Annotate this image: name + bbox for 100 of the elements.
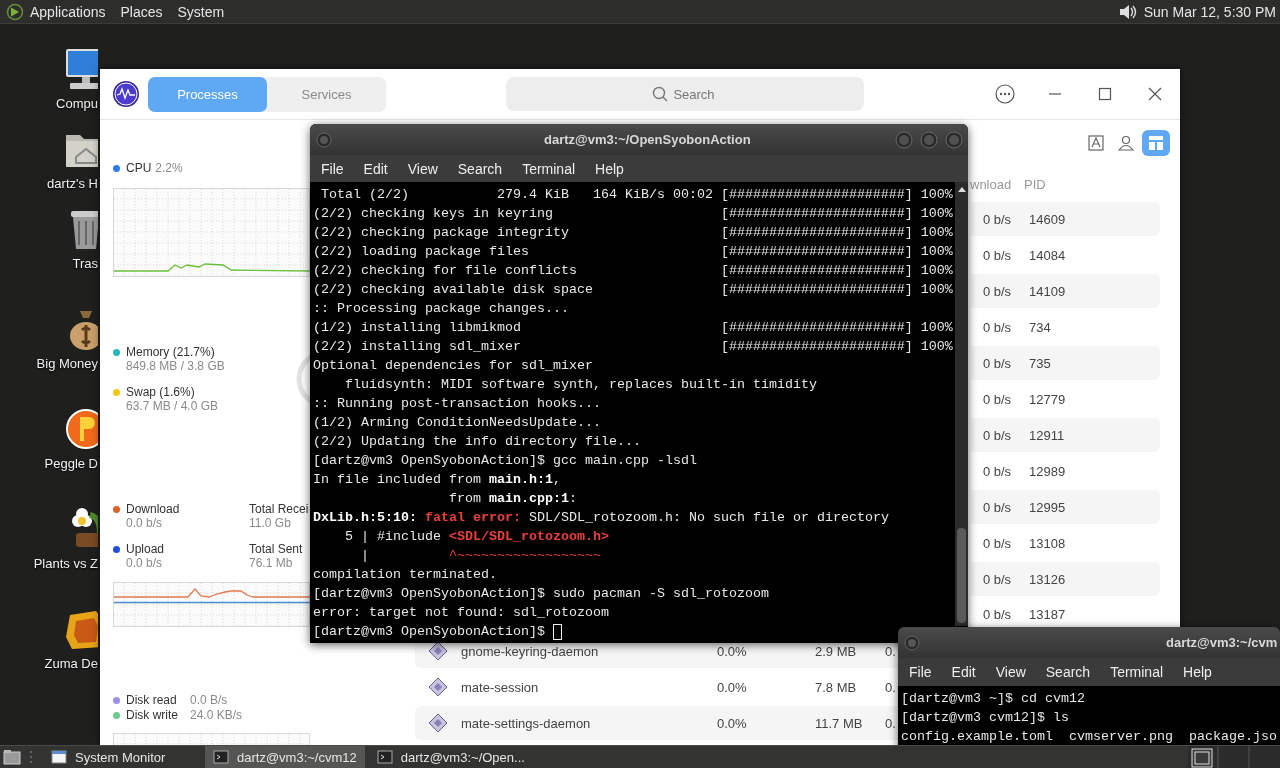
menu-item[interactable]: File [311, 160, 354, 177]
process-icon [428, 713, 448, 733]
desktop-icon-label[interactable]: Peggle D [44, 456, 98, 472]
menu-item[interactable]: View [985, 664, 1036, 680]
metric-value: 2.2% [155, 161, 183, 175]
table-cell-text: 14609 [1028, 211, 1067, 227]
terminal-line: :: Running post-transaction hooks... [313, 395, 601, 413]
table-row[interactable]: 0 b/s 14084 [970, 238, 1160, 272]
process-icon [428, 677, 448, 697]
terminal-line: compilation terminated. [313, 566, 497, 584]
clock[interactable]: Sun Mar 12, 5:30 PM [1143, 3, 1276, 20]
table-row[interactable]: mate-session 0.0% 7.8 MB 0. [415, 670, 898, 704]
window-control-icon[interactable] [920, 130, 938, 149]
layout-icon [1147, 134, 1165, 152]
desktop-icon-label[interactable]: Big Money [36, 356, 98, 372]
desktop-icon-label[interactable]: Compu [56, 96, 98, 112]
app-logo-icon [112, 80, 140, 108]
metric-label: Disk write [126, 708, 179, 722]
menu-item[interactable]: Help [585, 160, 634, 177]
desktop-icon-label[interactable]: Zuma De [44, 656, 98, 672]
metric-value: 0.0 b/s [126, 556, 164, 570]
user-icon [1117, 134, 1135, 152]
desktop-icon-label[interactable]: Tras [72, 256, 98, 272]
menu-item[interactable]: File [899, 664, 942, 680]
show-desktop-icon[interactable] [3, 748, 21, 766]
table-row[interactable]: 0 b/s 734 [970, 310, 1160, 344]
desktop-icon-label[interactable]: dartz's H [47, 176, 98, 192]
table-cell-text: 0 b/s [981, 463, 1013, 479]
table-row[interactable]: 0 b/s 14109 [970, 274, 1160, 308]
menu-item[interactable]: Search [447, 160, 513, 177]
taskbar-button[interactable]: System Monitor [43, 746, 201, 768]
scrollbar-thumb[interactable] [957, 528, 966, 623]
taskbar-button[interactable]: dartz@vm3:~/Open... [368, 746, 533, 768]
menu-item[interactable]: System [177, 3, 225, 20]
menu-item[interactable]: Terminal [1100, 664, 1174, 680]
terminal-line: [dartz@vm3 ~]$ cd cvm12 [901, 690, 1085, 708]
metric-label: Memory (21.7%) [126, 345, 216, 359]
table-row[interactable]: 0 b/s 735 [970, 346, 1160, 380]
metric-label: Download [126, 502, 180, 516]
table-cell-text: 0 b/s [981, 211, 1013, 227]
more-options-icon[interactable] [995, 84, 1015, 104]
table-cell-text: 13187 [1028, 607, 1067, 622]
terminal-icon [376, 749, 393, 765]
menu-item[interactable]: Edit [941, 664, 986, 680]
table-cell-text: 0 b/s [981, 607, 1013, 622]
table-cell-text: 0.0% [717, 679, 748, 695]
table-row[interactable]: mate-settings-daemon 0.0% 11.7 MB 0. [415, 706, 898, 740]
terminal-line: :: Processing package changes... [313, 300, 569, 318]
desktop-icon-label[interactable]: Plants vs Z [33, 556, 98, 572]
terminal-line: error: target not found: sdl_rotozoom [313, 604, 609, 622]
terminal-icon [213, 749, 229, 765]
menu-item[interactable]: Help [1173, 664, 1222, 680]
table-cell-text: 11.7 MB [815, 715, 864, 731]
window-title: dartz@vm3:~/cvm [1166, 635, 1278, 650]
table-row[interactable]: 0 b/s 12989 [970, 454, 1160, 488]
menu-item[interactable]: View [397, 160, 448, 177]
terminal-line: (1/2) Arming ConditionNeedsUpdate... [313, 414, 601, 432]
menu-logo-icon[interactable] [6, 2, 24, 21]
table-row[interactable]: 0 b/s 13126 [970, 562, 1160, 596]
menu-item[interactable]: Edit [353, 160, 398, 177]
terminal-line: | ^~~~~~~~~~~~~~~~~~~ [360, 547, 601, 565]
menu-item[interactable]: Search [1035, 664, 1101, 680]
metric-value: 24.0 KB/s [190, 708, 243, 722]
table-row[interactable]: 0 b/s 14609 [970, 202, 1160, 236]
terminal-line: [dartz@vm3 OpenSyobonAction]$ sudo pacman -S sdl_rotozoom [313, 585, 769, 603]
table-row[interactable]: 0 b/s 13108 [970, 526, 1160, 560]
menu-item[interactable]: Places [120, 3, 163, 20]
terminal-line: [dartz@vm3 OpenSyobonAction]$ gcc main.cpp -lsdl [313, 452, 697, 470]
metric-label: Total Sent [249, 542, 303, 556]
table-cell-text: 12779 [1028, 391, 1067, 407]
close-icon[interactable] [1148, 87, 1162, 101]
drag-handle-icon[interactable] [29, 748, 33, 766]
maximize-icon[interactable] [1098, 87, 1112, 101]
search-field[interactable]: Search [506, 77, 864, 111]
table-row[interactable]: 0 b/s 12911 [970, 418, 1160, 452]
table-cell-text: 0 b/s [981, 427, 1013, 443]
table-cell-text: 734 [1028, 319, 1052, 335]
window-control-icon[interactable] [945, 130, 963, 149]
table-cell-text: 0 b/s [981, 319, 1013, 335]
view-toggle-button[interactable] [1142, 130, 1170, 156]
workspace-switcher[interactable] [1188, 745, 1280, 768]
window-title: dartz@vm3:~/OpenSyobonAction [544, 132, 751, 147]
table-cell-text: 0 b/s [981, 391, 1013, 407]
terminal-line: [dartz@vm3 cvm12]$ ls [901, 709, 1069, 727]
table-row[interactable]: 0 b/s 13187 [970, 598, 1160, 627]
scroll-up-icon[interactable] [956, 185, 967, 193]
metric-label: CPU [126, 161, 152, 175]
table-row[interactable]: 0 b/s 12995 [970, 490, 1160, 524]
table-cell-text: 0 b/s [981, 499, 1013, 515]
table-cell-text: 0 b/s [981, 571, 1013, 587]
menu-item[interactable]: Terminal [512, 160, 586, 177]
terminal-line: (2/2) loading package files [######################] 100% [313, 243, 953, 261]
terminal-line: (2/2) checking for file conflicts [######################] 100% [313, 262, 953, 280]
table-row[interactable]: 0 b/s 12779 [970, 382, 1160, 416]
menu-item[interactable]: Applications [30, 3, 106, 20]
metric-value: 11.0 Gb [249, 516, 292, 530]
taskbar-button[interactable]: dartz@vm3:~/cvm12 [205, 746, 365, 768]
table-cell-text: 2.9 MB [815, 643, 858, 659]
scrollbar[interactable] [955, 182, 968, 626]
window-control-icon[interactable] [895, 130, 913, 149]
